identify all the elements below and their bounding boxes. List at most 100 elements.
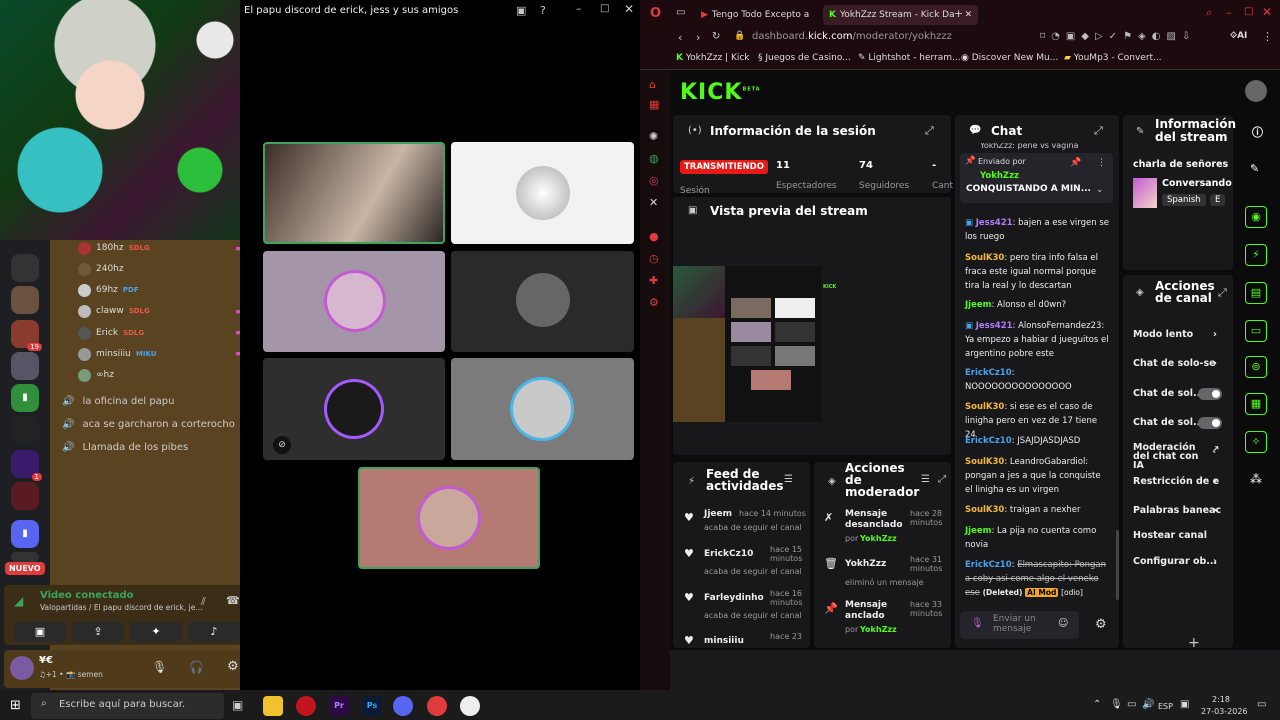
action-subs-only[interactable]: Chat de solo-se › bbox=[1133, 358, 1217, 369]
camera-button[interactable]: ▣ bbox=[14, 622, 66, 642]
x-icon[interactable]: ✕ bbox=[649, 196, 658, 209]
music-icon[interactable]: ● bbox=[649, 230, 659, 243]
microphone-icon[interactable]: 🎙 bbox=[152, 660, 167, 674]
server-icon[interactable] bbox=[11, 352, 39, 380]
minimize-icon[interactable]: – bbox=[1226, 6, 1232, 19]
forward-icon[interactable]: › bbox=[696, 31, 700, 44]
action-restriction[interactable]: Restricción de e › bbox=[1133, 476, 1219, 487]
screen-share-button[interactable]: ⇪ bbox=[72, 622, 124, 642]
tray-chevron-icon[interactable]: ⌃ bbox=[1093, 699, 1101, 710]
extension-icons[interactable]: ⌑◔▣◆▷✓⚑◈◐▨⇩ bbox=[1040, 31, 1196, 42]
participant-tile[interactable] bbox=[451, 251, 634, 352]
popout-icon[interactable]: ▣ bbox=[516, 4, 526, 17]
emotes-only-toggle[interactable] bbox=[1198, 417, 1222, 429]
kick-logo[interactable]: KICKBETA bbox=[680, 80, 761, 105]
voice-user[interactable]: minsiiiu MIKU bbox=[78, 345, 156, 363]
broadcast-icon[interactable]: ⊚ bbox=[1245, 356, 1267, 378]
more-icon[interactable]: ⋮ bbox=[1097, 158, 1106, 168]
chat-input[interactable]: 🎙 Enviar un mensaje ☺ bbox=[960, 611, 1079, 639]
close-tab-icon[interactable]: ✕ bbox=[965, 10, 973, 20]
pinned-message[interactable]: 📌 Enviado por YokhZzz CONQUISTANDO A MIN… bbox=[960, 153, 1113, 203]
folder-icon[interactable]: ▮ bbox=[11, 520, 39, 548]
expand-icon[interactable]: ⤢ bbox=[1218, 286, 1227, 300]
taskbar-search[interactable]: ⌕ Escribe aquí para buscar. bbox=[31, 693, 224, 719]
unpin-icon[interactable]: 📌 bbox=[1070, 158, 1081, 168]
participant-tile[interactable] bbox=[263, 251, 445, 352]
camera-widget-icon[interactable]: ◉ bbox=[1245, 206, 1267, 228]
url-field[interactable]: dashboard.kick.com/moderator/yokhzzz bbox=[752, 31, 952, 42]
soundboard-button[interactable]: ♪ bbox=[188, 622, 240, 642]
bookmark-item[interactable]: § Juegos de Casino... bbox=[758, 53, 851, 63]
new-tab-icon[interactable]: + bbox=[954, 7, 963, 20]
camera-icon[interactable]: ▣ bbox=[1180, 699, 1189, 710]
voice-user[interactable]: ∞hz bbox=[78, 366, 114, 384]
windows-start-icon[interactable]: ⊞ bbox=[10, 698, 21, 713]
menu-icon[interactable]: ⋮ bbox=[1262, 30, 1273, 43]
server-icon[interactable] bbox=[11, 482, 39, 510]
participant-tile[interactable] bbox=[358, 467, 540, 569]
back-icon[interactable]: ‹ bbox=[678, 31, 682, 44]
chat-widget-icon[interactable]: ▭ bbox=[1245, 320, 1267, 342]
settings-icon[interactable]: ⚙ bbox=[649, 296, 659, 309]
server-icon[interactable] bbox=[11, 286, 39, 314]
maximize-icon[interactable]: □ bbox=[600, 3, 609, 14]
help-icon[interactable]: ? bbox=[540, 4, 546, 17]
emoji-icon[interactable]: ☺ bbox=[1058, 618, 1068, 629]
action-emotes-only[interactable]: Chat de sol... bbox=[1133, 417, 1204, 428]
voice-channel[interactable]: 🔊 Llamada de los pibes bbox=[62, 442, 188, 453]
settings-icon[interactable]: ⚙ bbox=[1095, 617, 1107, 632]
participant-tile[interactable]: ⊘ bbox=[263, 358, 445, 460]
action-banned-words[interactable]: Palabras baneac › bbox=[1133, 505, 1221, 516]
photoshop-icon[interactable]: Ps bbox=[362, 696, 382, 716]
avatar[interactable] bbox=[10, 656, 34, 680]
more-tools-icon[interactable]: ⁂ bbox=[1250, 472, 1262, 486]
volume-icon[interactable]: 🔊 bbox=[1142, 699, 1154, 710]
tab-youtube[interactable]: ▶ Tengo Todo Excepto a bbox=[695, 5, 815, 25]
clipboard-icon[interactable]: ▤ bbox=[1245, 282, 1267, 304]
activities-button[interactable]: ✦ bbox=[130, 622, 182, 642]
action-ai-moderation[interactable]: Moderación del chat con IA ⤤ bbox=[1133, 443, 1218, 471]
folder-icon[interactable]: ▮ bbox=[11, 384, 39, 412]
microphone-icon[interactable]: 🎙 bbox=[1110, 699, 1123, 710]
bookmark-item[interactable]: K YokhZzz | Kick bbox=[676, 53, 750, 63]
lightning-icon[interactable]: ⚡ bbox=[1245, 244, 1267, 266]
voice-user[interactable]: Erick SDLG bbox=[78, 324, 144, 342]
opera-icon[interactable] bbox=[296, 696, 316, 716]
bookmark-item[interactable]: ✎ Lightshot - herram... bbox=[858, 53, 961, 63]
expand-icon[interactable]: ⤢ bbox=[1094, 124, 1103, 138]
voice-user[interactable]: 69hz PDF bbox=[78, 281, 139, 299]
close-icon[interactable]: ✕ bbox=[624, 2, 634, 16]
participant-tile[interactable] bbox=[451, 358, 634, 460]
premiere-icon[interactable]: Pr bbox=[329, 696, 349, 716]
discord-icon[interactable] bbox=[393, 696, 413, 716]
followers-only-toggle[interactable] bbox=[1198, 388, 1222, 400]
search-icon[interactable]: ⌕ bbox=[1206, 6, 1212, 20]
voice-channel[interactable]: 🔊 la oficina del papu bbox=[62, 396, 175, 407]
voice-user[interactable]: claww SDLG bbox=[78, 302, 150, 320]
pencil-icon[interactable]: ✎ bbox=[1250, 162, 1259, 175]
app-icon[interactable] bbox=[427, 696, 447, 716]
ai-icon[interactable]: ⟐AI bbox=[1230, 31, 1247, 41]
task-view-icon[interactable]: ▣ bbox=[232, 698, 243, 712]
stream-preview-video[interactable]: KICK bbox=[673, 266, 951, 422]
filter-icon[interactable]: ☰ bbox=[784, 474, 793, 485]
opera-logo-icon[interactable]: O bbox=[650, 6, 661, 21]
server-icon[interactable] bbox=[11, 416, 39, 444]
expand-icon[interactable]: ⤢ bbox=[925, 124, 934, 138]
settings-icon[interactable]: ⚙ bbox=[227, 659, 239, 674]
speed-dial-icon[interactable]: ▦ bbox=[649, 98, 659, 111]
server-icon[interactable] bbox=[11, 552, 39, 562]
whatsapp-icon[interactable]: ◍ bbox=[649, 152, 659, 165]
filter-icon[interactable]: ☰ bbox=[921, 474, 930, 485]
voice-user[interactable]: 180hz SDLG bbox=[78, 239, 150, 257]
bookmark-item[interactable]: ▰ YouMp3 - Convert... bbox=[1064, 53, 1162, 63]
add-widget-icon[interactable]: + bbox=[1188, 635, 1200, 651]
noise-suppression-icon[interactable]: ⫽ bbox=[201, 595, 206, 609]
chatgpt-icon[interactable]: ✺ bbox=[649, 130, 658, 143]
language-indicator[interactable]: ESP bbox=[1158, 702, 1173, 711]
network-icon[interactable]: ▭ bbox=[1127, 699, 1136, 710]
server-icon[interactable]: 1 bbox=[11, 450, 42, 481]
action-host-channel[interactable]: Hostear canal bbox=[1133, 530, 1207, 541]
chat-scrollbar[interactable] bbox=[1116, 530, 1119, 600]
bookmark-item[interactable]: ◉ Discover New Mu... bbox=[961, 53, 1058, 63]
